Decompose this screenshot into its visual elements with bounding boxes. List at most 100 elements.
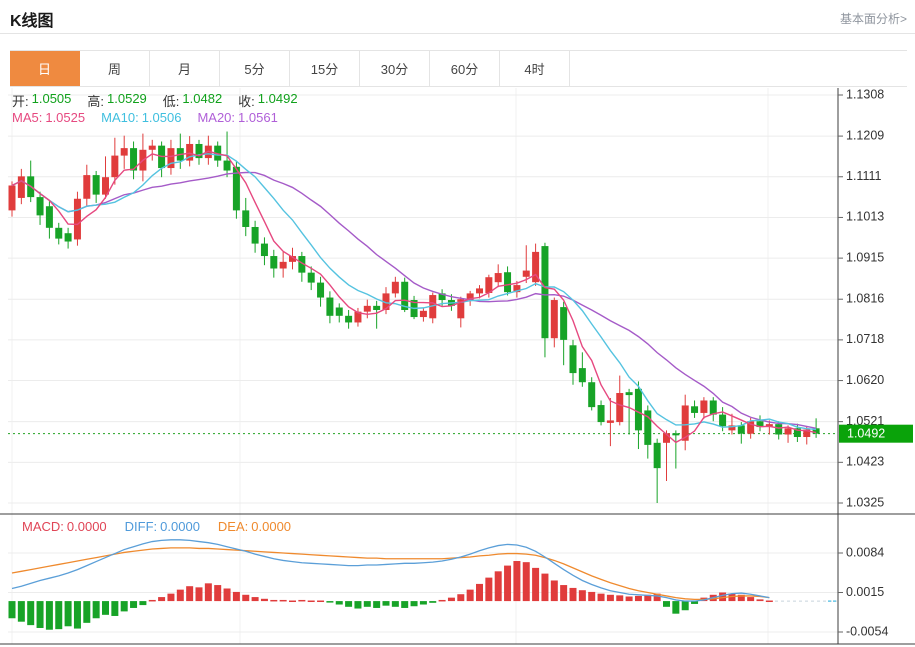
candle-body xyxy=(700,400,707,412)
candle-body xyxy=(373,306,380,310)
candle-body xyxy=(654,443,661,468)
macd-hist-bar xyxy=(65,601,72,626)
candle-body xyxy=(635,389,642,431)
macd-hist-bar xyxy=(298,600,305,602)
candle-body xyxy=(420,311,427,317)
macd-hist-bar xyxy=(308,601,315,603)
candle-body xyxy=(626,392,633,395)
low-value: 1.0482 xyxy=(182,91,222,110)
axis-label: 1.1013 xyxy=(846,210,884,224)
candle-body xyxy=(364,306,371,312)
ma20-label: MA20: xyxy=(197,110,235,125)
candle-body xyxy=(710,400,717,414)
macd-readout: MACD:0.0000 DIFF:0.0000 DEA:0.0000 xyxy=(22,519,291,534)
macd-hist-bar xyxy=(158,597,165,601)
candle-body xyxy=(551,300,558,338)
candle-body xyxy=(672,433,679,435)
axis-label: 1.0620 xyxy=(846,373,884,387)
macd-hist-bar xyxy=(149,600,156,602)
macd-hist-bar xyxy=(663,601,670,607)
macd-hist-bar xyxy=(130,601,137,608)
macd-hist-bar xyxy=(242,595,249,601)
candle-body xyxy=(83,175,90,199)
ma10-label: MA10: xyxy=(101,110,139,125)
candle-body xyxy=(308,273,315,283)
macd-hist-bar xyxy=(672,601,679,614)
macd-hist-bar xyxy=(420,601,427,604)
macd-hist-bar xyxy=(495,571,502,601)
kline-widget: K线图 基本面分析> 日 周 月 5分 15分 30分 60分 4时 1.130… xyxy=(0,0,915,647)
macd-hist-bar xyxy=(607,595,614,601)
macd-hist-bar xyxy=(354,601,361,608)
axis-label: 0.0015 xyxy=(846,585,884,599)
diff-line xyxy=(12,540,769,601)
candle-body xyxy=(242,210,249,227)
high-label: 高: xyxy=(87,91,104,110)
macd-hist-bar xyxy=(121,601,128,611)
candle-body xyxy=(579,368,586,382)
macd-hist-bar xyxy=(74,601,81,628)
macd-hist-bar xyxy=(551,580,558,601)
macd-hist-bar xyxy=(383,601,390,606)
macd-hist-bar xyxy=(9,601,16,618)
candle-body xyxy=(588,382,595,407)
macd-hist-bar xyxy=(626,597,633,602)
macd-hist-bar xyxy=(336,601,343,604)
macd-hist-bar xyxy=(83,601,90,623)
macd-hist-bar xyxy=(326,601,333,603)
dea-line xyxy=(12,548,769,600)
ma-readout: MA5:1.0525 MA10:1.0506 MA20:1.0561 xyxy=(12,110,278,125)
axis-label: 1.0423 xyxy=(846,455,884,469)
candle-body xyxy=(18,176,25,198)
candle-body xyxy=(224,161,231,171)
macd-hist-bar xyxy=(682,601,689,610)
macd-hist-bar xyxy=(177,590,184,601)
axis-label: 1.1308 xyxy=(846,87,884,101)
candle-body xyxy=(607,420,614,422)
macd-hist-bar xyxy=(196,587,203,601)
macd-hist-bar xyxy=(523,562,530,601)
diff-value: 0.0000 xyxy=(160,519,200,534)
macd-hist-bar xyxy=(252,597,259,601)
open-label: 开: xyxy=(12,91,29,110)
macd-hist-bar xyxy=(757,599,764,601)
candle-body xyxy=(504,272,511,292)
ma10-value: 1.0506 xyxy=(142,110,182,125)
candle-body xyxy=(9,185,16,210)
axis-label: 0.0084 xyxy=(846,545,884,559)
candle-body xyxy=(616,393,623,422)
candle-body xyxy=(495,273,502,282)
macd-hist-bar xyxy=(448,598,455,601)
macd-hist-bar xyxy=(747,597,754,601)
macd-hist-bar xyxy=(560,585,567,601)
candle-body xyxy=(691,406,698,413)
axis-label: 1.0915 xyxy=(846,250,884,264)
diff-label: DIFF: xyxy=(125,519,158,534)
candle-body xyxy=(74,199,81,240)
candle-body xyxy=(560,307,567,340)
candle-body xyxy=(326,298,333,316)
macd-hist-bar xyxy=(93,601,100,618)
macd-hist-bar xyxy=(411,601,418,606)
candle-body xyxy=(598,405,605,422)
candle-body xyxy=(336,308,343,316)
candle-body xyxy=(65,233,72,241)
low-label: 低: xyxy=(163,91,180,110)
macd-hist-bar xyxy=(317,601,324,603)
ma5-label: MA5: xyxy=(12,110,42,125)
candle-body xyxy=(785,428,792,434)
ma20-value: 1.0561 xyxy=(238,110,278,125)
axis-label: 1.1111 xyxy=(846,169,881,183)
candle-body xyxy=(93,175,100,195)
macd-hist-bar xyxy=(186,586,193,601)
candle-body xyxy=(270,256,277,268)
macd-hist-bar xyxy=(364,601,371,607)
macd-hist-bar xyxy=(214,585,221,601)
close-label: 收: xyxy=(238,91,255,110)
macd-hist-bar xyxy=(37,601,44,628)
macd-hist-bar xyxy=(289,601,296,603)
macd-hist-bar xyxy=(616,595,623,601)
macd-hist-bar xyxy=(541,574,548,601)
macd-hist-bar xyxy=(485,578,492,601)
dea-value: 0.0000 xyxy=(251,519,291,534)
